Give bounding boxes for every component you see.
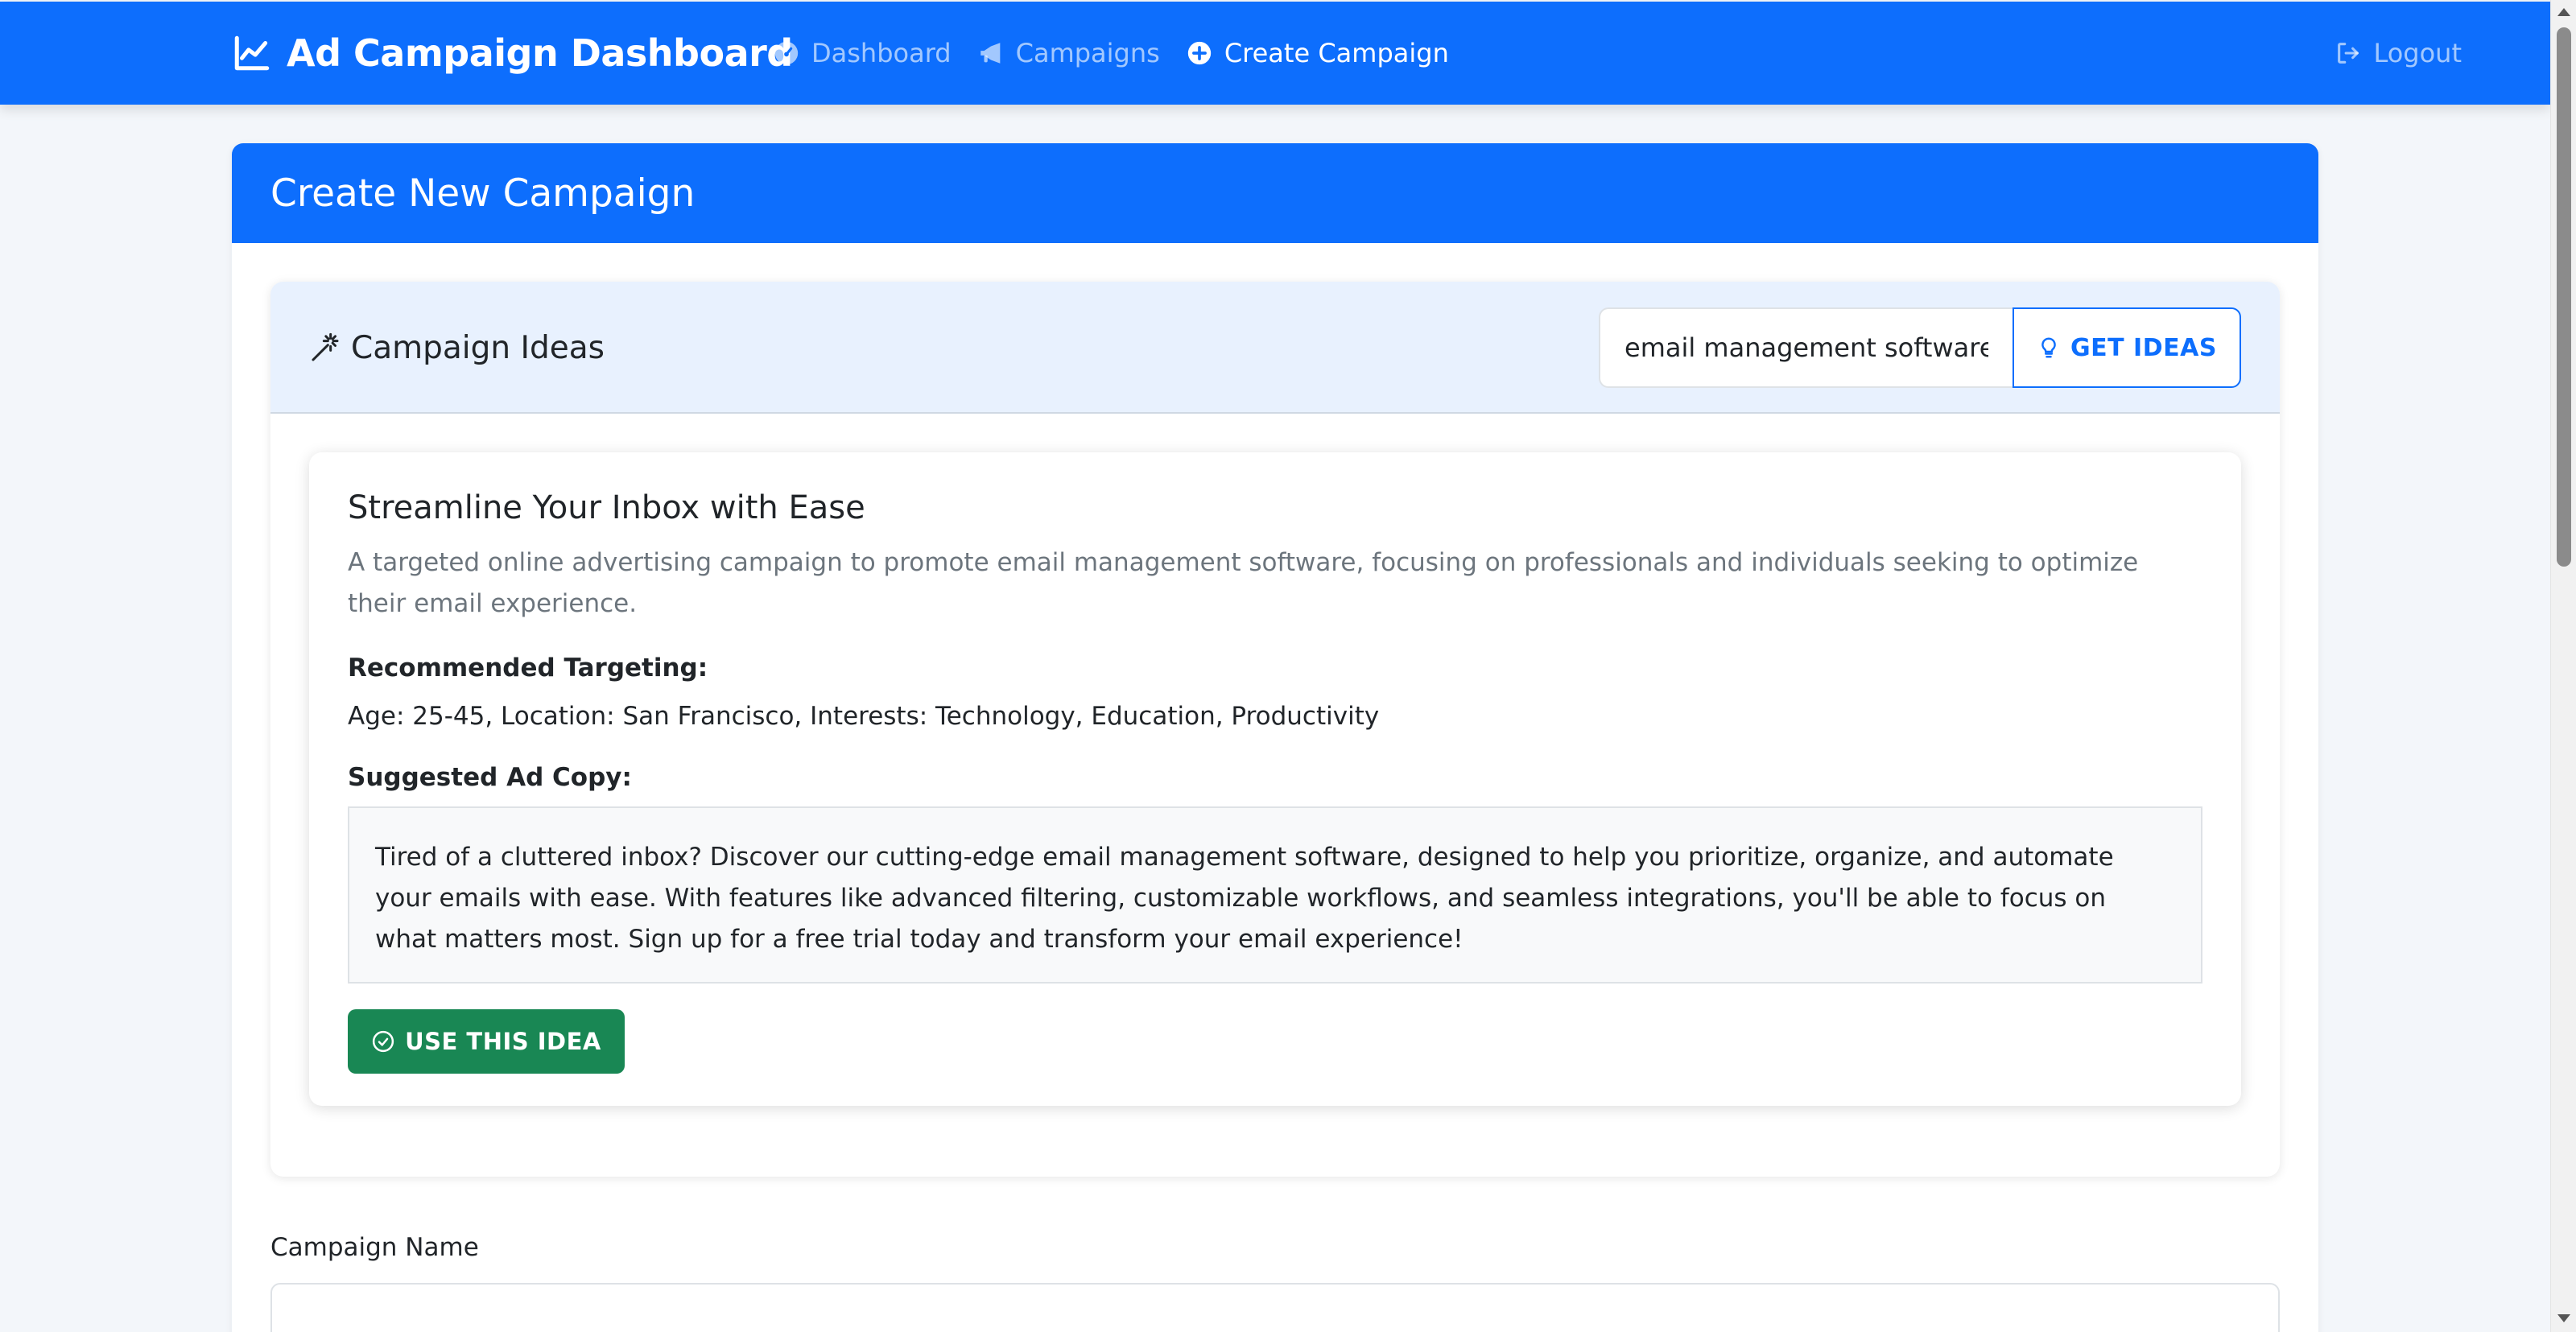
get-ideas-label: GET IDEAS xyxy=(2070,333,2217,362)
campaign-ideas-header: Campaign Ideas GET IDEAS xyxy=(270,282,2280,414)
campaign-name-label: Campaign Name xyxy=(270,1233,479,1262)
lightbulb-icon xyxy=(2041,337,2056,358)
nav-link-create-campaign[interactable]: Create Campaign xyxy=(1186,38,1449,68)
ad-copy-label: Suggested Ad Copy: xyxy=(348,763,632,792)
scroll-down-arrow-icon[interactable] xyxy=(2557,1314,2570,1322)
scrollbar-thumb[interactable] xyxy=(2557,27,2571,567)
campaign-ideas-title: Campaign Ideas xyxy=(309,282,605,414)
ideas-search-group: GET IDEAS xyxy=(1599,307,2241,388)
logout-icon xyxy=(2338,43,2359,64)
campaign-ideas-label: Campaign Ideas xyxy=(351,329,605,366)
logout-link[interactable]: Logout xyxy=(2334,2,2462,105)
nav-link-campaigns[interactable]: Campaigns xyxy=(977,38,1160,68)
ad-copy-box: Tired of a cluttered inbox? Discover our… xyxy=(348,806,2202,984)
keyword-input[interactable] xyxy=(1599,307,2013,388)
brand-text: Ad Campaign Dashboard xyxy=(287,31,793,75)
nav-link-label: Create Campaign xyxy=(1224,38,1449,68)
create-campaign-card: Create New Campaign Campaign Ideas GET I… xyxy=(232,143,2318,1332)
page-title: Create New Campaign xyxy=(270,171,696,216)
targeting-value: Age: 25-45, Location: San Francisco, Int… xyxy=(348,702,1380,731)
nav-link-dashboard[interactable]: Dashboard xyxy=(773,38,952,68)
nav-links: Dashboard Campaigns Create Campaign xyxy=(773,2,1449,105)
idea-description: A targeted online advertising campaign t… xyxy=(348,548,2139,618)
use-this-idea-button[interactable]: USE THIS IDEA xyxy=(348,1009,625,1074)
logout-label: Logout xyxy=(2373,38,2462,68)
use-this-idea-label: USE THIS IDEA xyxy=(405,1028,601,1055)
speedometer-icon xyxy=(774,41,799,65)
scroll-up-arrow-icon[interactable] xyxy=(2557,8,2570,16)
idea-card: Streamline Your Inbox with Ease A target… xyxy=(309,452,2241,1106)
plus-circle-icon xyxy=(1187,41,1211,65)
targeting-label: Recommended Targeting: xyxy=(348,654,708,682)
top-navbar: Ad Campaign Dashboard Dashboard Campaign… xyxy=(0,2,2550,105)
chart-line-icon xyxy=(234,35,270,71)
campaign-ideas-panel: Campaign Ideas GET IDEAS Streamline Your… xyxy=(270,282,2280,1177)
card-header: Create New Campaign xyxy=(232,143,2318,243)
campaign-name-input[interactable] xyxy=(270,1283,2280,1332)
page-scrollbar[interactable] xyxy=(2550,0,2576,1332)
check-circle-icon xyxy=(372,1030,394,1053)
brand[interactable]: Ad Campaign Dashboard xyxy=(232,2,793,105)
get-ideas-button[interactable]: GET IDEAS xyxy=(2013,307,2241,388)
nav-link-label: Dashboard xyxy=(811,38,952,68)
magic-wand-icon xyxy=(312,332,339,361)
idea-title: Streamline Your Inbox with Ease xyxy=(348,489,865,526)
megaphone-icon xyxy=(980,43,1000,64)
nav-link-label: Campaigns xyxy=(1015,38,1160,68)
